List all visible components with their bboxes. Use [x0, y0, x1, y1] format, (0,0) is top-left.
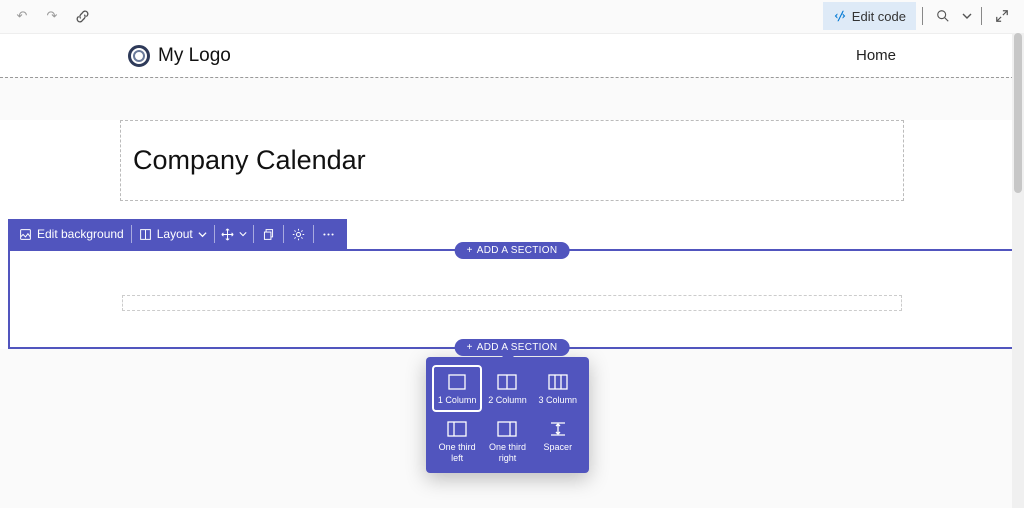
add-section-label: ADD A SECTION	[477, 245, 558, 256]
plus-icon: +	[467, 245, 473, 256]
redo-button[interactable]: ↷	[38, 2, 66, 30]
add-section-bottom[interactable]: + ADD A SECTION	[455, 339, 570, 356]
page-title: Company Calendar	[133, 145, 891, 176]
more-button[interactable]	[314, 219, 343, 249]
layout-label: One third left	[436, 442, 478, 464]
selected-section[interactable]: + ADD A SECTION + ADD A SECTION	[8, 249, 1016, 349]
separator	[922, 7, 923, 25]
site-header: My Logo Home	[0, 33, 1024, 77]
edit-code-button[interactable]: Edit code	[823, 2, 916, 30]
layout-label: 1 Column	[438, 395, 477, 406]
move-button[interactable]	[215, 219, 253, 249]
settings-button[interactable]	[284, 219, 313, 249]
logo-icon	[128, 45, 150, 67]
link-button[interactable]	[68, 2, 96, 30]
section-toolbar: Edit background Layout	[8, 219, 347, 249]
layout-label: 2 Column	[488, 395, 527, 406]
add-section-top[interactable]: + ADD A SECTION	[455, 242, 570, 259]
layout-label: One third right	[486, 442, 528, 464]
layout-one-third-left[interactable]: One third left	[434, 414, 480, 468]
layout-1-column[interactable]: 1 Column	[434, 367, 480, 410]
page-canvas: Company Calendar Edit background Layout	[0, 120, 1024, 349]
zoom-chevron[interactable]	[959, 2, 975, 30]
vertical-scrollbar[interactable]	[1012, 33, 1024, 508]
layout-one-third-right[interactable]: One third right	[484, 414, 530, 468]
zoom-button[interactable]	[929, 2, 957, 30]
header-separator	[0, 77, 1024, 78]
separator	[981, 7, 982, 25]
title-webpart[interactable]: Company Calendar	[120, 120, 904, 201]
edit-background-label: Edit background	[37, 227, 124, 241]
logo-text: My Logo	[158, 45, 231, 67]
app-topbar: ↶ ↷ Edit code	[0, 0, 1024, 33]
layout-3-column[interactable]: 3 Column	[535, 367, 581, 410]
layout-label: Spacer	[544, 442, 573, 453]
webpart-placeholder[interactable]	[122, 295, 902, 311]
edit-code-label: Edit code	[852, 9, 906, 24]
plus-icon: +	[467, 342, 473, 353]
edit-background-button[interactable]: Edit background	[12, 219, 131, 249]
layout-label: Layout	[157, 227, 193, 241]
add-section-label: ADD A SECTION	[477, 342, 558, 353]
logo[interactable]: My Logo	[128, 45, 231, 67]
section-layout-picker: 1 Column 2 Column 3 Column One third lef…	[426, 357, 589, 473]
layout-button[interactable]: Layout	[132, 219, 214, 249]
expand-button[interactable]	[988, 2, 1016, 30]
topbar-right: Edit code	[823, 2, 1016, 30]
layout-spacer[interactable]: Spacer	[535, 414, 581, 468]
nav-home[interactable]: Home	[856, 47, 896, 64]
topbar-left: ↶ ↷	[8, 2, 96, 30]
layout-2-column[interactable]: 2 Column	[484, 367, 530, 410]
undo-button[interactable]: ↶	[8, 2, 36, 30]
scrollbar-thumb[interactable]	[1014, 33, 1022, 193]
layout-label: 3 Column	[539, 395, 578, 406]
duplicate-button[interactable]	[254, 219, 283, 249]
